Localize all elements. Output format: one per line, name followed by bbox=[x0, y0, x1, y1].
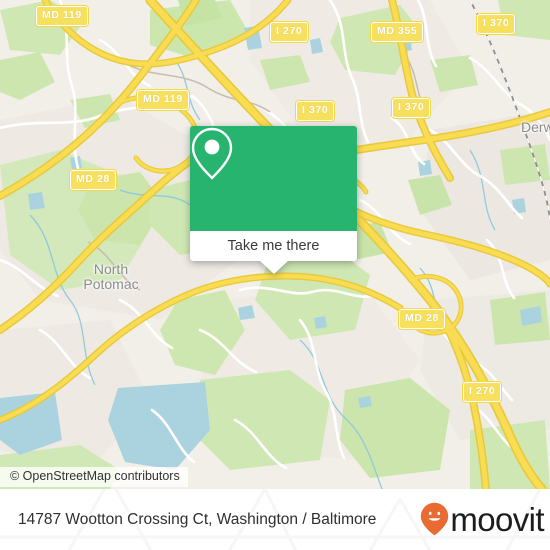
place-label-north-potomac: North Potomac bbox=[83, 261, 139, 292]
map-canvas[interactable]: MD 119 I 270 MD 355 I 370 MD 119 I 370 I… bbox=[0, 0, 550, 489]
popup-action-bar[interactable]: Take me there bbox=[190, 231, 357, 261]
shield-i-270-south: I 270 bbox=[463, 382, 502, 402]
address-label: 14787 Wootton Crossing Ct, Washington / … bbox=[18, 510, 377, 528]
shield-i-370-mid: I 370 bbox=[296, 101, 335, 121]
bottom-bar: 14787 Wootton Crossing Ct, Washington / … bbox=[0, 489, 550, 550]
shield-i-270-north: I 270 bbox=[270, 22, 309, 42]
moovit-wordmark: moovit bbox=[450, 501, 544, 538]
shield-md-28-east: MD 28 bbox=[399, 309, 445, 329]
moovit-smiley-pin-icon bbox=[421, 502, 449, 535]
shield-i-370-east: I 370 bbox=[392, 98, 431, 118]
take-me-there-label: Take me there bbox=[227, 237, 320, 254]
popup-pointer-tail bbox=[259, 261, 288, 274]
shield-md-119-mid: MD 119 bbox=[137, 90, 189, 110]
osm-attribution[interactable]: © OpenStreetMap contributors bbox=[0, 467, 188, 487]
map-pin-icon bbox=[191, 127, 233, 180]
popup-header bbox=[190, 126, 357, 231]
location-popup-card[interactable]: Take me there bbox=[190, 126, 357, 274]
shield-md-119-north: MD 119 bbox=[36, 6, 88, 26]
shield-md-28-west: MD 28 bbox=[70, 170, 116, 190]
place-label-derwood: Derw bbox=[521, 119, 550, 135]
moovit-brand: moovit bbox=[420, 501, 545, 538]
shield-md-355: MD 355 bbox=[371, 22, 424, 42]
shield-i-370-ne: I 370 bbox=[477, 14, 516, 34]
moovit-map-screen: MD 119 I 270 MD 355 I 370 MD 119 I 370 I… bbox=[0, 0, 550, 550]
